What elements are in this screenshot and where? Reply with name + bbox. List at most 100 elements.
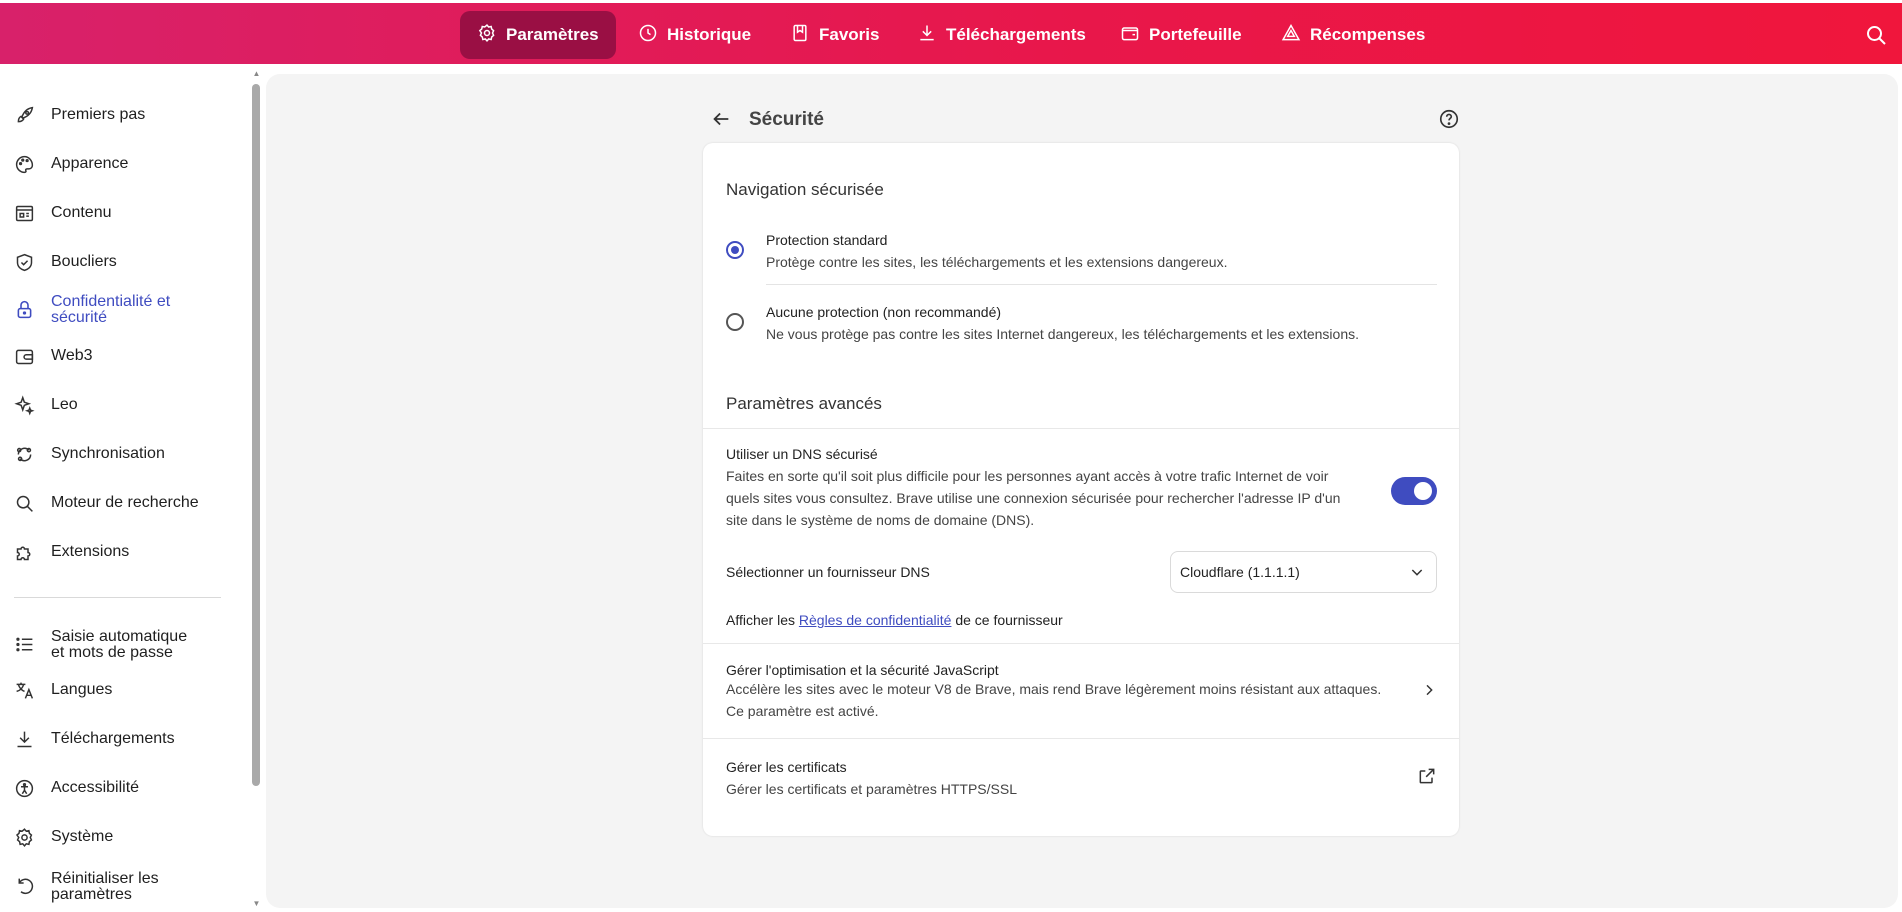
sidebar-item-label: Moteur de recherche [51,494,199,511]
privacy-rules-link[interactable]: Règles de confidentialité [799,612,952,628]
gear-icon [15,827,33,847]
external-link-icon [1419,768,1435,784]
sidebar-item-search-engine[interactable]: Moteur de recherche [0,491,240,515]
sidebar-item-label: Accessibilité [51,779,140,796]
sidebar-item-label-line1: Confidentialité et [51,293,171,310]
javascript-title: Gérer l'optimisation et la sécurité Java… [726,662,999,678]
top-nav: Paramètres Historique Favoris Télécharge… [0,11,1902,59]
rocket-icon [17,106,34,122]
sidebar-item-label: Premiers pas [51,106,146,123]
sidebar-item-label: Téléchargements [51,730,175,747]
privacy-rules-line: Afficher les Règles de confidentialité d… [726,612,1063,628]
lock-icon [17,300,32,319]
sidebar-item-system[interactable]: Système [0,825,240,849]
javascript-desc-line2: Ce paramètre est activé. [726,703,879,719]
help-icon[interactable] [1438,108,1460,130]
sidebar-item-web3[interactable]: Web3 [0,344,240,368]
standard-protection-title: Protection standard [766,232,888,248]
radio-standard-protection[interactable] [726,241,744,259]
reset-icon [18,878,34,895]
advanced-settings-title: Paramètres avancés [726,394,882,413]
standard-protection-desc: Protège contre les sites, les télécharge… [766,254,1228,270]
secure-dns-desc-line1: Faites en sorte qu'il soit plus difficil… [726,468,1329,484]
wallet-icon [15,349,34,364]
sidebar-item-label: Synchronisation [51,445,165,462]
sidebar-item-content[interactable]: Contenu [0,201,240,225]
sidebar-item-get-started[interactable]: Premiers pas [0,103,240,127]
sidebar-item-label: Contenu [51,204,112,221]
sidebar-item-label-line2: sécurité [51,309,108,326]
scroll-up-arrow[interactable]: ▲ [250,68,263,80]
no-protection-desc: Ne vous protège pas contre les sites Int… [766,326,1360,342]
sidebar-item-label: Langues [51,681,113,698]
download-icon [917,23,937,48]
top-toolbar: Paramètres Historique Favoris Télécharge… [0,3,1902,64]
sparkle-icon [14,394,35,416]
puzzle-icon [16,546,31,560]
sidebar-item-label-line1: Réinitialiser les [51,870,159,887]
sidebar-item-label-line1: Saisie automatique [51,628,188,645]
palette-icon [15,155,34,173]
nav-settings-label: Paramètres [506,25,599,44]
download-icon [17,731,32,747]
sidebar-item-appearance[interactable]: Apparence [0,152,240,176]
sidebar-item-label: Système [51,828,114,845]
sidebar-scrollbar-thumb[interactable] [252,84,260,786]
section-divider [703,428,1459,429]
nav-history[interactable]: Historique [621,11,768,59]
sidebar-item-autofill-passwords[interactable]: Saisie automatique et mots de passe [0,622,240,666]
secure-dns-title: Utiliser un DNS sécurisé [726,446,878,462]
back-arrow-icon[interactable] [710,108,732,130]
certificates-desc: Gérer les certificats et paramètres HTTP… [726,781,1017,797]
privacy-rules-prefix: Afficher les [726,612,799,628]
sidebar-item-languages[interactable]: Langues [0,678,240,702]
sidebar-item-label: Web3 [51,347,93,364]
dns-provider-select[interactable]: Cloudflare (1.1.1.1) [1170,551,1437,593]
certificates-row[interactable]: Gérer les certificats Gérer les certific… [703,739,1459,811]
nav-settings[interactable]: Paramètres [460,11,616,59]
dns-provider-value: Cloudflare (1.1.1.1) [1180,564,1300,580]
gear-icon [477,23,497,48]
nav-bookmarks-label: Favoris [819,25,880,44]
no-protection-title: Aucune protection (non recommandé) [766,304,1002,320]
accessibility-icon [15,779,34,797]
sidebar-item-downloads[interactable]: Téléchargements [0,727,240,751]
sidebar-item-label: Boucliers [51,253,117,270]
wallet-icon [1120,23,1140,48]
chevron-down-icon [1411,569,1423,576]
sidebar-item-shields[interactable]: Boucliers [0,250,240,274]
list-icon [16,637,33,652]
dns-provider-label: Sélectionner un fournisseur DNS [726,564,930,580]
sync-icon [16,447,32,461]
secure-dns-desc-line3: site dans le système de noms de domaine … [726,512,1035,528]
nav-rewards-label: Récompenses [1310,25,1426,44]
sidebar-item-privacy-security[interactable]: Confidentialité et sécurité [0,287,240,331]
security-card: Navigation sécurisée Protection standard… [703,143,1459,836]
sidebar-item-label: Leo [51,396,78,413]
secure-dns-desc-line2: quels sites vous consultez. Brave utilis… [726,490,1341,506]
nav-rewards[interactable]: Récompenses [1264,11,1442,59]
bookmark-icon [790,23,810,48]
scroll-down-arrow[interactable]: ▼ [250,898,263,910]
sidebar-item-label-line2: et mots de passe [51,644,173,661]
sidebar-item-sync[interactable]: Synchronisation [0,442,240,466]
sidebar-item-extensions[interactable]: Extensions [0,540,240,564]
chevron-right-icon [1426,684,1433,696]
privacy-rules-suffix: de ce fournisseur [951,612,1063,628]
javascript-settings-row[interactable]: Gérer l'optimisation et la sécurité Java… [703,644,1459,738]
sidebar-item-label-line2: paramètres [51,886,132,903]
radio-no-protection[interactable] [726,313,744,331]
certificates-title: Gérer les certificats [726,759,847,775]
nav-bookmarks[interactable]: Favoris [773,11,896,59]
sidebar-item-accessibility[interactable]: Accessibilité [0,776,240,800]
sidebar-item-reset[interactable]: Réinitialiser les paramètres [0,864,240,908]
nav-wallet[interactable]: Portefeuille [1103,11,1259,59]
sidebar-item-leo[interactable]: Leo [0,393,240,417]
secure-dns-toggle[interactable] [1391,477,1437,505]
rewards-triangle-icon [1281,23,1301,48]
shield-icon [16,253,33,271]
nav-downloads[interactable]: Téléchargements [900,11,1103,59]
sidebar-divider [14,597,221,598]
page-title: Sécurité [749,109,824,130]
search-icon[interactable] [1864,23,1888,47]
